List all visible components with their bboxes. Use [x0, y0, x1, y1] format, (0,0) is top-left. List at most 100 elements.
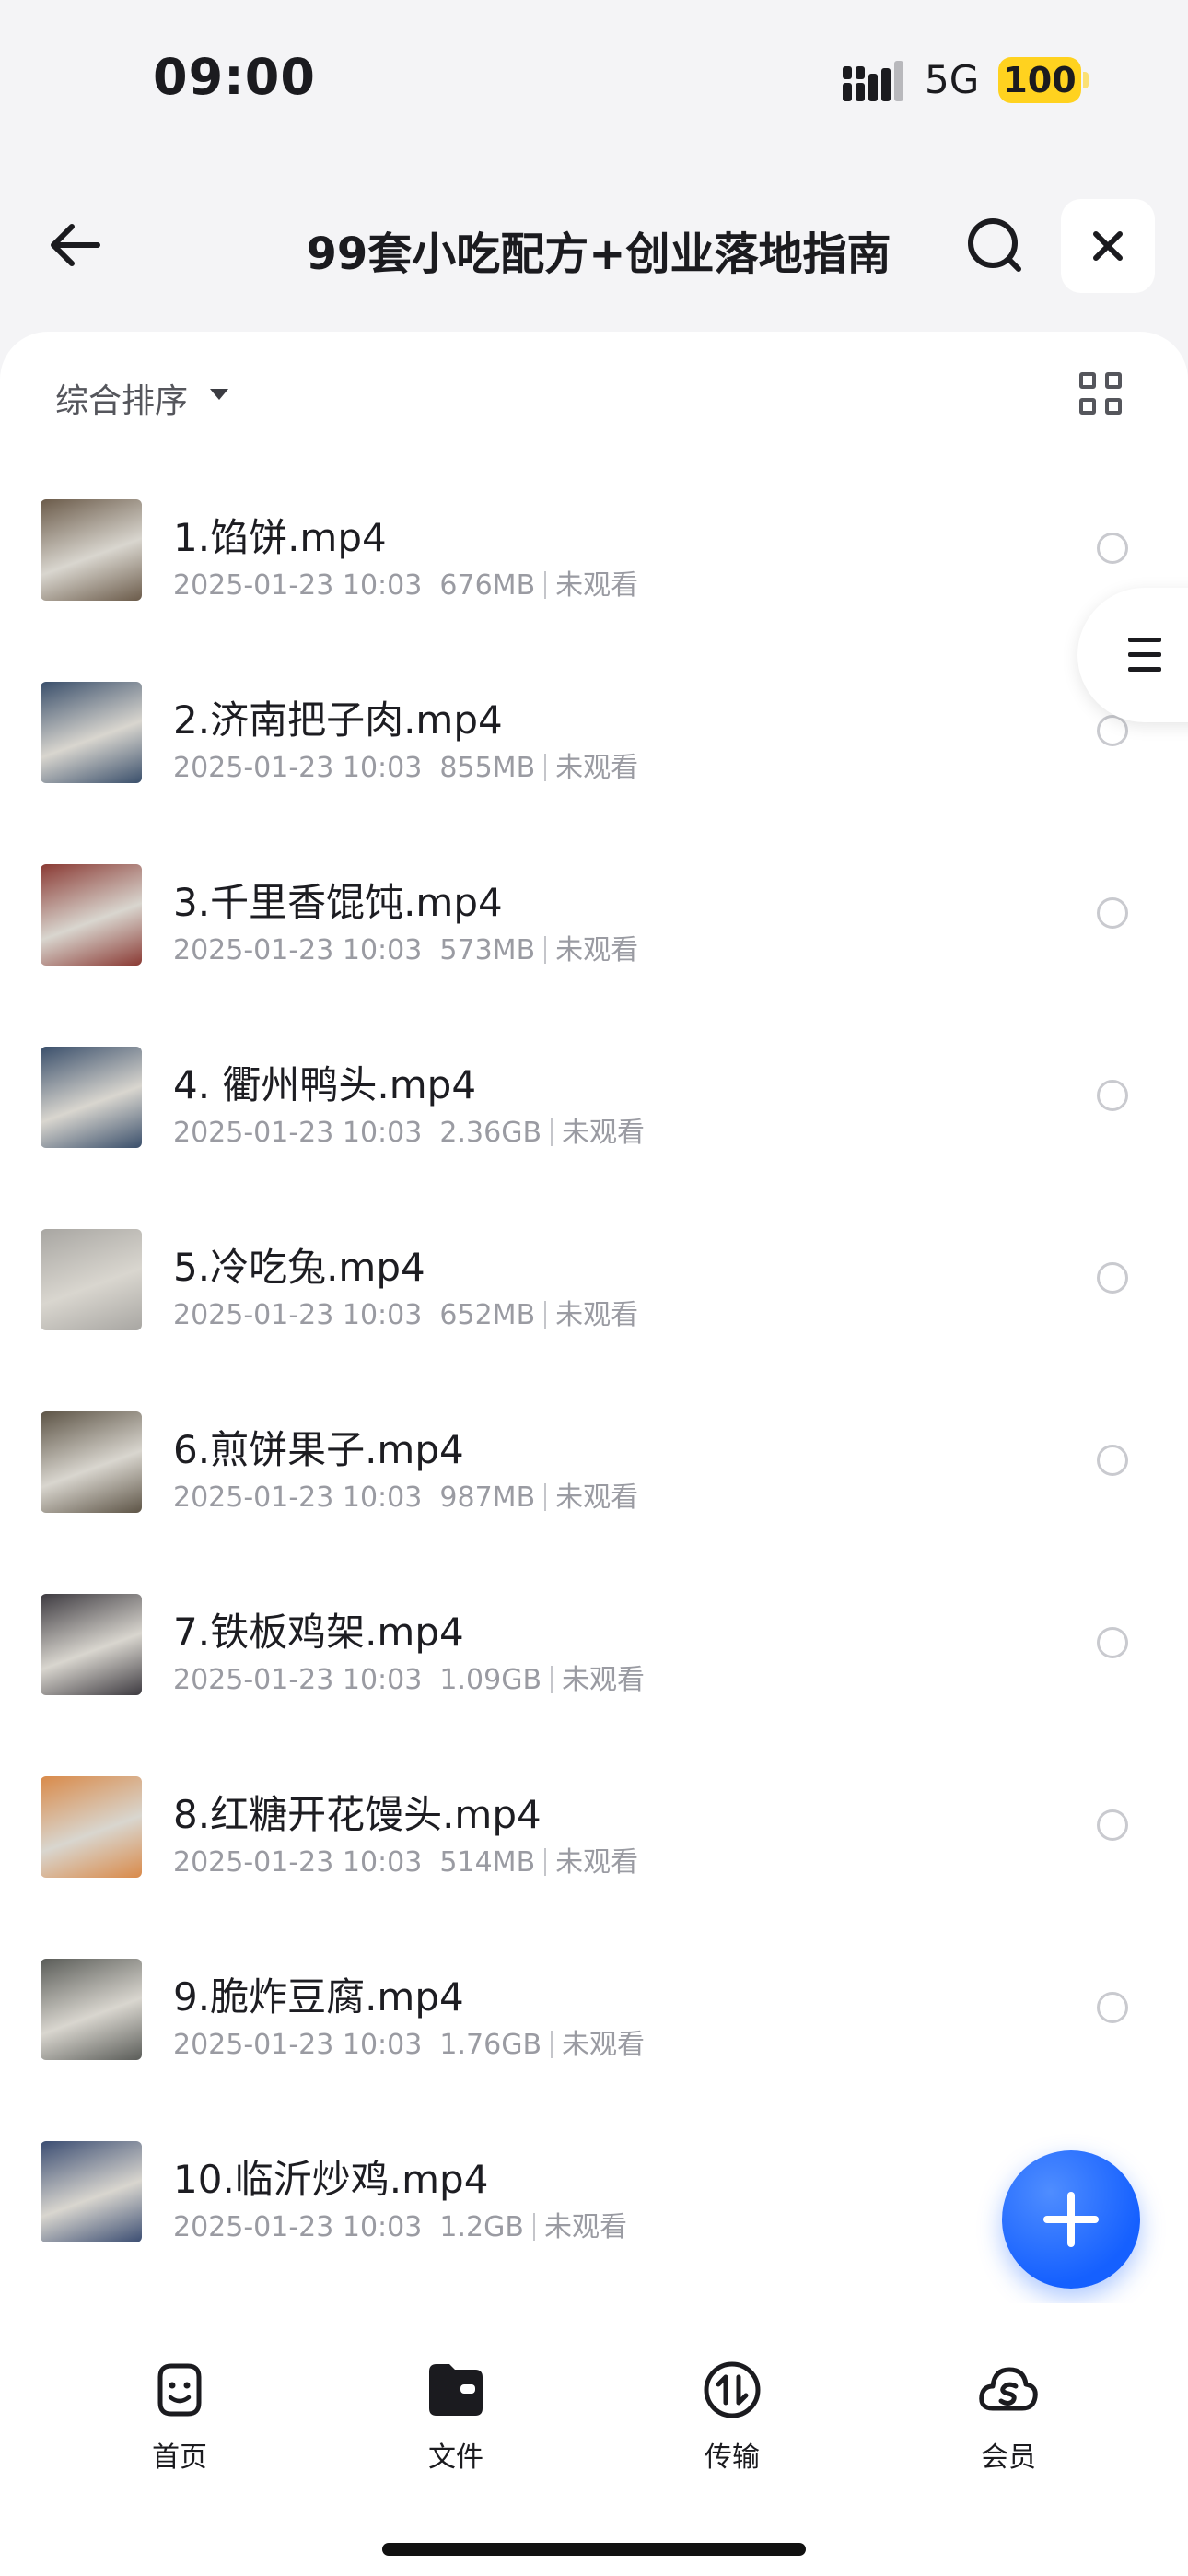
video-thumbnail — [41, 864, 142, 966]
watch-status: 未观看 — [562, 1664, 646, 1696]
tab-transfer[interactable]: 传输 — [668, 2357, 797, 2476]
file-meta: 2025-01-23 10:03 652MB 未观看 — [173, 1292, 638, 1332]
select-radio[interactable] — [1097, 1445, 1128, 1476]
grid-view-icon[interactable] — [1079, 372, 1125, 418]
select-radio[interactable] — [1097, 1809, 1128, 1841]
select-radio[interactable] — [1097, 715, 1128, 746]
watch-status: 未观看 — [562, 2029, 646, 2061]
select-radio[interactable] — [1097, 533, 1128, 564]
meta-divider — [544, 936, 547, 964]
file-meta: 2025-01-23 10:03 2.36GB 未观看 — [173, 1109, 645, 1150]
select-radio[interactable] — [1097, 1080, 1128, 1111]
file-size: 573MB — [439, 934, 536, 966]
file-meta: 2025-01-23 10:03 1.09GB 未观看 — [173, 1657, 645, 1697]
video-thumbnail — [41, 1594, 142, 1695]
transfer-icon — [704, 2361, 761, 2418]
meta-divider — [551, 1118, 553, 1146]
bottom-tab-bar: 首页 文件 传输 会员 — [0, 2303, 1188, 2576]
file-row[interactable]: 1.馅饼.mp4 2025-01-23 10:03 676MB 未观看 — [0, 470, 1188, 652]
meta-divider — [544, 754, 547, 781]
network-label: 5G — [925, 57, 980, 102]
tab-files-label: 文件 — [428, 2441, 483, 2474]
file-date: 2025-01-23 10:03 — [173, 1299, 423, 1331]
meta-divider — [544, 571, 547, 599]
file-name: 6.煎饼果子.mp4 — [173, 1427, 464, 1472]
file-list: 1.馅饼.mp4 2025-01-23 10:03 676MB 未观看 2.济南把子肉… — [0, 470, 1188, 2294]
file-row[interactable]: 2.济南把子肉.mp4 2025-01-23 10:03 855MB 未观看 — [0, 652, 1188, 835]
file-date: 2025-01-23 10:03 — [173, 1664, 423, 1696]
file-size: 652MB — [439, 1299, 536, 1331]
file-date: 2025-01-23 10:03 — [173, 1846, 423, 1879]
file-name: 10.临沂炒鸡.mp4 — [173, 2157, 489, 2202]
file-list-sheet: 综合排序 1.馅饼.mp4 2025-01-23 10:03 676MB 未观看 2.… — [0, 332, 1188, 2303]
file-name: 7.铁板鸡架.mp4 — [173, 1610, 464, 1655]
header: 99套小吃配方+创业落地指南 — [0, 184, 1188, 313]
tab-member-label: 会员 — [981, 2441, 1036, 2474]
video-thumbnail — [41, 1229, 142, 1330]
file-name: 4. 衢州鸭头.mp4 — [173, 1062, 477, 1107]
file-name: 8.红糖开花馒头.mp4 — [173, 1792, 542, 1837]
meta-divider — [544, 1301, 547, 1329]
file-size: 2.36GB — [439, 1117, 542, 1149]
watch-status: 未观看 — [555, 1481, 639, 1514]
file-size: 1.2GB — [439, 2211, 524, 2243]
file-size: 987MB — [439, 1481, 536, 1514]
file-name: 1.馅饼.mp4 — [173, 515, 387, 560]
signal-icon — [843, 61, 903, 101]
add-button[interactable] — [1002, 2150, 1140, 2289]
battery-tip — [1083, 72, 1089, 88]
watch-status: 未观看 — [555, 1299, 639, 1331]
file-row[interactable]: 8.红糖开花馒头.mp4 2025-01-23 10:03 514MB 未观看 — [0, 1747, 1188, 1929]
cloud-s-icon — [979, 2367, 1038, 2411]
video-thumbnail — [41, 2141, 142, 2242]
search-icon[interactable] — [958, 208, 1031, 282]
file-row[interactable]: 3.千里香馄饨.mp4 2025-01-23 10:03 573MB 未观看 — [0, 835, 1188, 1017]
battery-level: 100 — [998, 57, 1081, 103]
sort-dropdown[interactable]: 综合排序 — [55, 374, 188, 422]
watch-status: 未观看 — [562, 1117, 646, 1149]
meta-divider — [551, 2031, 553, 2058]
smile-face-icon — [157, 2363, 202, 2417]
file-size: 1.09GB — [439, 1664, 542, 1696]
tab-files[interactable]: 文件 — [391, 2357, 520, 2476]
file-meta: 2025-01-23 10:03 1.2GB 未观看 — [173, 2204, 627, 2244]
file-row[interactable]: 5.冷吃兔.mp4 2025-01-23 10:03 652MB 未观看 — [0, 1200, 1188, 1382]
meta-divider — [544, 1483, 547, 1511]
file-row[interactable]: 4. 衢州鸭头.mp4 2025-01-23 10:03 2.36GB 未观看 — [0, 1017, 1188, 1200]
file-name: 5.冷吃兔.mp4 — [173, 1245, 425, 1290]
video-thumbnail — [41, 1776, 142, 1878]
caret-down-icon[interactable] — [210, 389, 228, 400]
file-meta: 2025-01-23 10:03 987MB 未观看 — [173, 1474, 638, 1515]
tab-home-label: 首页 — [152, 2441, 207, 2474]
file-row[interactable]: 6.煎饼果子.mp4 2025-01-23 10:03 987MB 未观看 — [0, 1382, 1188, 1564]
meta-divider — [551, 1666, 553, 1693]
select-radio[interactable] — [1097, 897, 1128, 929]
file-date: 2025-01-23 10:03 — [173, 1481, 423, 1514]
select-radio[interactable] — [1097, 1627, 1128, 1658]
back-arrow-icon[interactable] — [41, 208, 114, 282]
file-date: 2025-01-23 10:03 — [173, 569, 423, 602]
file-size: 1.76GB — [439, 2029, 542, 2061]
file-row[interactable]: 9.脆炸豆腐.mp4 2025-01-23 10:03 1.76GB 未观看 — [0, 1929, 1188, 2112]
home-indicator — [382, 2543, 806, 2556]
watch-status: 未观看 — [543, 2211, 627, 2243]
folder-icon — [429, 2364, 483, 2416]
video-thumbnail — [41, 1411, 142, 1513]
meta-divider — [544, 1848, 547, 1876]
file-meta: 2025-01-23 10:03 514MB 未观看 — [173, 1839, 638, 1879]
select-radio[interactable] — [1097, 1992, 1128, 2023]
close-button[interactable] — [1061, 199, 1155, 293]
tab-transfer-label: 传输 — [705, 2441, 760, 2474]
video-thumbnail — [41, 1959, 142, 2060]
select-radio[interactable] — [1097, 1262, 1128, 1294]
video-thumbnail — [41, 682, 142, 783]
status-time: 09:00 — [153, 48, 316, 106]
file-date: 2025-01-23 10:03 — [173, 2211, 423, 2243]
tab-home[interactable]: 首页 — [115, 2357, 244, 2476]
file-date: 2025-01-23 10:03 — [173, 752, 423, 784]
tab-member[interactable]: 会员 — [944, 2357, 1073, 2476]
file-row[interactable]: 7.铁板鸡架.mp4 2025-01-23 10:03 1.09GB 未观看 — [0, 1564, 1188, 1747]
close-icon — [1093, 231, 1123, 261]
file-meta: 2025-01-23 10:03 676MB 未观看 — [173, 562, 638, 603]
watch-status: 未观看 — [555, 752, 639, 784]
